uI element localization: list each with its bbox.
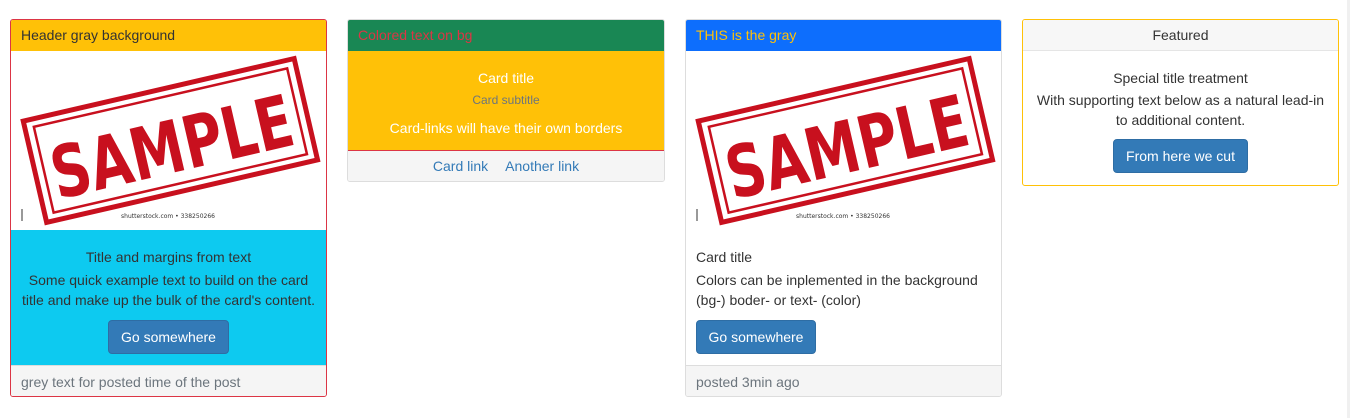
card-header: THIS is the gray [686, 20, 1001, 51]
image-caption: shutterstock.com • 338250266 [121, 213, 215, 220]
card-featured: Featured Special title treatment With su… [1022, 19, 1339, 186]
card-link[interactable]: Card link [433, 158, 488, 174]
another-link[interactable]: Another link [505, 158, 579, 174]
card-body: Special title treatment With supporting … [1023, 51, 1338, 173]
sample-image: SAMPLE shutterstock.com • 338250266 [11, 51, 326, 230]
card-header: Colored text on bg [348, 20, 664, 51]
image-caption: shutterstock.com • 338250266 [796, 213, 890, 220]
card-text: Card-links will have their own borders [389, 120, 623, 136]
card-title: Special title treatment [1113, 70, 1248, 86]
card-title: Card title [477, 70, 535, 86]
card-subtitle: Card subtitle [472, 93, 540, 107]
card-text: Colors can be inplemented in the backgro… [696, 272, 978, 308]
card-body: Title and margins from text Some quick e… [11, 230, 326, 365]
sample-image: SAMPLE shutterstock.com • 338250266 [686, 51, 1001, 230]
card-header-gray: Header gray background SAMPLE shuttersto… [10, 19, 327, 397]
card-title: Card title [696, 249, 753, 265]
card-header: Header gray background [11, 20, 326, 51]
card-text: With supporting text below as a natural … [1036, 92, 1325, 128]
card-footer: posted 3min ago [686, 365, 1001, 396]
go-somewhere-button[interactable]: Go somewhere [108, 320, 229, 354]
card-header: Featured [1023, 20, 1338, 51]
card-body: Card title Colors can be inplemented in … [686, 230, 1001, 365]
go-somewhere-button[interactable]: Go somewhere [696, 320, 816, 354]
card-body: Card title Card subtitle Card-links will… [348, 51, 664, 151]
card-primary-header: THIS is the gray SAMPLE shutterstock.com… [685, 19, 1002, 397]
card-title: Title and margins from text [85, 249, 252, 265]
card-links: Card link Another link [348, 151, 664, 181]
card-colored-text: Colored text on bg Card title Card subti… [347, 19, 665, 182]
card-text: Some quick example text to build on the … [22, 272, 315, 308]
from-here-we-cut-button[interactable]: From here we cut [1113, 139, 1248, 173]
card-footer: grey text for posted time of the post [11, 365, 326, 396]
